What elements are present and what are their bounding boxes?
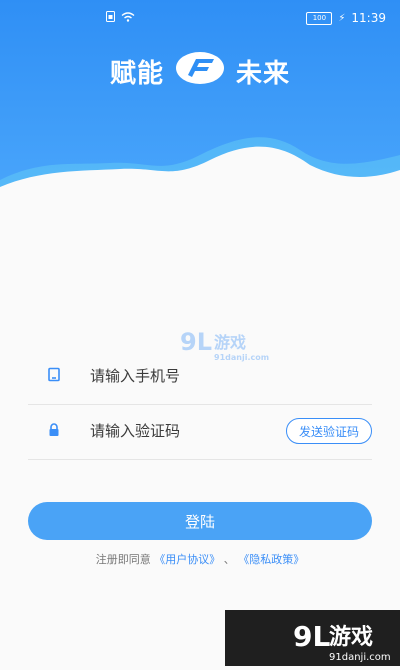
- brand-text-right: 未来: [236, 59, 291, 89]
- battery-icon: 100: [306, 11, 333, 25]
- svg-text:9L: 9L: [293, 620, 330, 653]
- send-code-button[interactable]: 发送验证码: [285, 418, 372, 444]
- agreement-prefix: 注册即同意: [95, 553, 151, 566]
- clock: 11:39: [351, 11, 386, 25]
- sim-icon: [106, 11, 115, 25]
- svg-text:91danji.com: 91danji.com: [329, 652, 391, 663]
- corner-watermark: 9L 游戏 91danji.com: [225, 610, 400, 666]
- privacy-policy-link[interactable]: 《隐私政策》: [238, 553, 304, 566]
- wifi-icon: [121, 11, 135, 25]
- brand-logo: 赋能 未来: [0, 50, 400, 93]
- battery-level: 100: [312, 13, 327, 22]
- agreement-separator: 、: [223, 553, 235, 566]
- header-banner: 100 ⚡ 11:39 赋能 未来: [0, 0, 400, 200]
- status-bar: 100 ⚡ 11:39: [0, 0, 400, 36]
- brand-text-left: 赋能: [109, 59, 164, 89]
- svg-text:游戏: 游戏: [329, 624, 373, 650]
- login-button[interactable]: 登陆: [28, 502, 372, 540]
- lock-icon: [46, 422, 62, 438]
- phone-field: [28, 350, 372, 405]
- charging-icon: ⚡: [338, 12, 346, 24]
- code-input[interactable]: [88, 415, 292, 447]
- agreement-text: 注册即同意 《用户协议》 、 《隐私政策》: [0, 551, 400, 567]
- phone-input[interactable]: [88, 360, 292, 392]
- phone-icon: [46, 367, 62, 383]
- header-wave: [0, 137, 400, 200]
- code-field: 发送验证码: [28, 405, 372, 460]
- brand-emblem-icon: [174, 50, 226, 93]
- user-agreement-link[interactable]: 《用户协议》: [154, 553, 220, 566]
